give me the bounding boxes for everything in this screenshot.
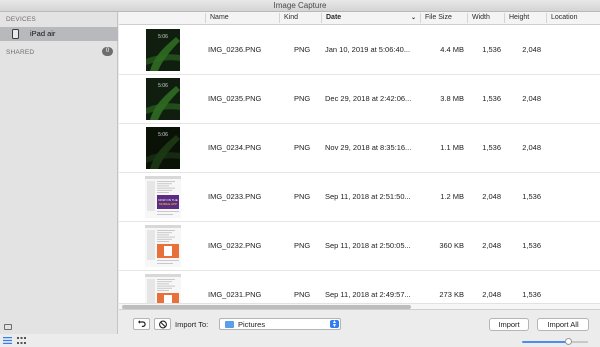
column-header-width[interactable]: Width	[467, 13, 503, 23]
cell-name: IMG_0231.PNG	[208, 290, 262, 299]
cell-kind: PNG	[294, 143, 311, 152]
cell-name: IMG_0234.PNG	[208, 143, 262, 152]
cell-file-size: 1.2 MB	[440, 192, 464, 201]
svg-text:MOBILE APP: MOBILE APP	[159, 202, 177, 206]
cell-kind: PNG	[294, 241, 311, 250]
title-bar: Image Capture	[0, 0, 600, 12]
table-row[interactable]: 5:06 IMG_0235.PNG PNG Dec 29, 2018 at 2:42:…	[119, 75, 600, 124]
svg-text:5:06: 5:06	[158, 132, 168, 138]
table-row[interactable]: NOW ON THE MOBILE APP IMG_0233.PNG PNG Sep 1…	[119, 173, 600, 222]
cell-name: IMG_0235.PNG	[208, 94, 262, 103]
cell-height: 2,048	[522, 45, 541, 54]
cell-file-size: 3.8 MB	[440, 94, 464, 103]
cell-width: 1,536	[482, 94, 501, 103]
cell-file-size: 273 KB	[439, 290, 464, 299]
cell-date: Nov 29, 2018 at 8:35:16...	[325, 143, 412, 152]
column-header-name[interactable]: Name	[205, 13, 229, 23]
cell-name: IMG_0236.PNG	[208, 45, 262, 54]
import-button[interactable]: Import	[489, 318, 529, 331]
shared-header: SHARED	[6, 49, 35, 56]
cell-height: 2,048	[522, 143, 541, 152]
table-header: Name Kind Date ⌄ File Size Width Height …	[119, 12, 600, 25]
cell-date: Sep 11, 2018 at 2:49:57...	[325, 290, 411, 299]
table-row[interactable]: 5:06 IMG_0236.PNG PNG Jan 10, 2019 at 5:06:…	[119, 26, 600, 75]
cell-kind: PNG	[294, 192, 311, 201]
cell-date: Sep 11, 2018 at 2:50:05...	[325, 241, 411, 250]
rotate-icon	[138, 320, 146, 327]
cell-height: 2,048	[522, 94, 541, 103]
column-header-date[interactable]: Date ⌄	[321, 13, 419, 23]
cell-height: 1,536	[522, 290, 541, 299]
image-thumbnail[interactable]: 5:06	[146, 78, 180, 120]
svg-text:5:06: 5:06	[158, 83, 168, 89]
cell-width: 2,048	[482, 192, 501, 201]
table-row[interactable]: IMG_0232.PNG PNG Sep 11, 2018 at 2:50:05..…	[119, 222, 600, 271]
cell-date: Sep 11, 2018 at 2:51:50...	[325, 192, 411, 201]
cell-name: IMG_0232.PNG	[208, 241, 262, 250]
cell-kind: PNG	[294, 45, 311, 54]
import-all-button[interactable]: Import All	[537, 318, 589, 331]
column-header-location[interactable]: Location	[546, 13, 577, 23]
cell-file-size: 1.1 MB	[440, 143, 464, 152]
popup-chevrons-icon: ▲ ▼	[330, 320, 339, 329]
cell-kind: PNG	[294, 94, 311, 103]
delete-button[interactable]	[154, 318, 171, 330]
destination-value: Pictures	[238, 320, 266, 329]
column-header-kind[interactable]: Kind	[279, 13, 298, 23]
cell-name: IMG_0233.PNG	[208, 192, 262, 201]
cell-width: 2,048	[482, 290, 501, 299]
cell-file-size: 360 KB	[439, 241, 464, 250]
cell-date: Dec 29, 2018 at 2:42:06...	[325, 94, 412, 103]
devices-header: DEVICES	[6, 16, 36, 23]
cell-file-size: 4.4 MB	[440, 45, 464, 54]
sidebar: DEVICES iPad air SHARED 0	[0, 12, 118, 334]
cell-height: 1,536	[522, 192, 541, 201]
svg-text:5:06: 5:06	[158, 34, 168, 40]
slider-knob[interactable]	[564, 338, 572, 345]
image-thumbnail[interactable]: 5:06	[146, 29, 180, 71]
image-browser: Name Kind Date ⌄ File Size Width Height …	[119, 12, 600, 309]
folder-icon	[225, 321, 234, 328]
rotate-button[interactable]	[133, 318, 150, 330]
image-thumbnail[interactable]	[145, 225, 181, 267]
cell-width: 1,536	[482, 45, 501, 54]
image-thumbnail[interactable]: NOW ON THE MOBILE APP	[145, 176, 181, 218]
column-header-height[interactable]: Height	[504, 13, 546, 23]
cell-width: 2,048	[482, 241, 501, 250]
import-destination-select[interactable]: Pictures ▲ ▼	[219, 318, 341, 330]
column-header-file-size[interactable]: File Size	[420, 13, 466, 23]
ipad-icon	[12, 29, 19, 39]
image-thumbnail[interactable]: 5:06	[146, 127, 180, 169]
sort-chevron-icon: ⌄	[410, 15, 416, 21]
cell-height: 1,536	[522, 241, 541, 250]
column-header-date-label: Date	[326, 14, 342, 21]
shared-count-badge: 0	[102, 47, 113, 56]
import-to-label: Import To:	[175, 320, 209, 329]
thumbnail-size-slider[interactable]	[522, 338, 588, 345]
device-label: iPad air	[30, 29, 56, 38]
list-view-icon[interactable]	[3, 337, 12, 344]
table-row[interactable]: 5:06 IMG_0234.PNG PNG Nov 29, 2018 at 8:35:…	[119, 124, 600, 173]
cell-date: Jan 10, 2019 at 5:06:40...	[325, 45, 411, 54]
no-entry-icon	[159, 320, 167, 329]
device-info-icon[interactable]	[4, 324, 12, 330]
window-title: Image Capture	[273, 1, 327, 10]
grid-view-icon[interactable]	[17, 337, 26, 344]
cell-kind: PNG	[294, 290, 311, 299]
sidebar-item-ipad[interactable]: iPad air	[0, 27, 118, 41]
cell-width: 1,536	[482, 143, 501, 152]
